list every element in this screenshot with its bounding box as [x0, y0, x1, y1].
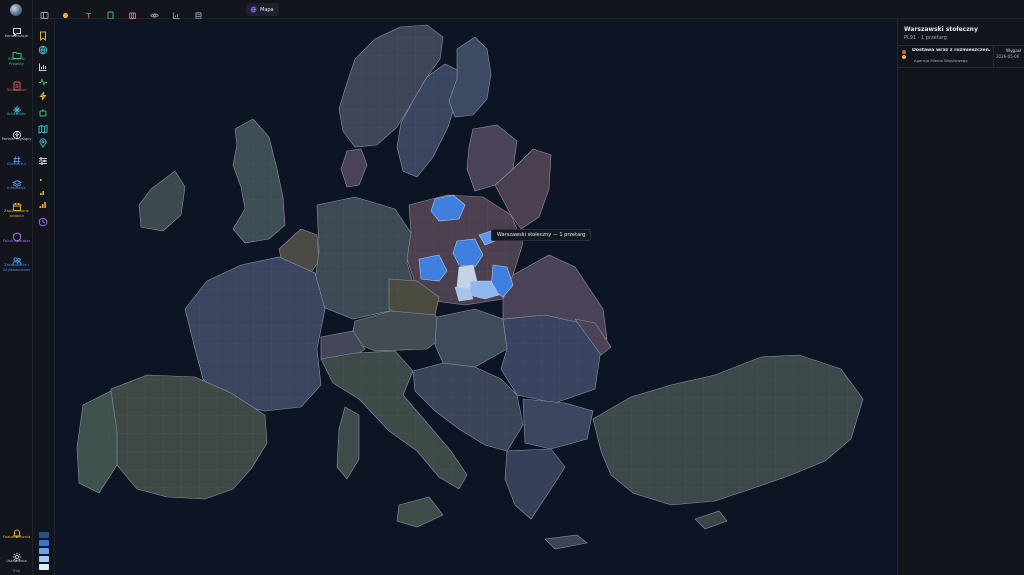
- left-navigation: Konwersacje Klienci & Projekty Tabulariu…: [0, 0, 33, 575]
- nav-item-tabularium[interactable]: Tabularium: [0, 76, 33, 93]
- nav-label: Polisk operator: [2, 239, 31, 243]
- nav-label: Ustawienia: [6, 559, 27, 563]
- nav-label: Konwertuj: [7, 162, 26, 166]
- nav-label: Tabularium: [6, 88, 27, 92]
- nav-item-notifications[interactable]: Powiadomienia: [0, 523, 33, 540]
- nav-item-thinking-partner[interactable]: Partner myślący: [0, 125, 33, 142]
- clock-icon[interactable]: [38, 212, 49, 227]
- status-dot-amber: [902, 55, 906, 59]
- map-toolbar: [33, 19, 55, 575]
- sidebar-toggle-icon[interactable]: [40, 5, 49, 19]
- region-sardinia[interactable]: [336, 406, 360, 480]
- tender-status-badge: Wygasł: [1006, 48, 1022, 53]
- legend-swatch: [39, 540, 49, 546]
- robot-icon[interactable]: [38, 103, 49, 117]
- tender-contracting-authority: Agencja Mienia Wojskowego: [914, 58, 968, 63]
- region-bulgaria[interactable]: [522, 398, 594, 450]
- region-tooltip: Warszawski stołeczny — 1 przetarg: [491, 229, 592, 241]
- nav-label: Klienci & Projekty: [8, 57, 25, 66]
- nav-item-clients-projects[interactable]: Klienci & Projekty: [0, 45, 33, 66]
- nav-item-user-management[interactable]: Zarządzanie i Użytkownikami: [0, 251, 33, 272]
- folder-icon: [0, 45, 33, 59]
- eye-icon[interactable]: [150, 5, 159, 18]
- top-tab-bar: Mapa: [33, 0, 1024, 20]
- nav-label: Partner myślący: [1, 137, 32, 141]
- shield-icon: [0, 227, 33, 242]
- sparkle-icon: [0, 100, 33, 114]
- signal-2-icon[interactable]: [38, 181, 49, 195]
- trial-text: Trial: [12, 569, 21, 573]
- legend-swatch: [39, 548, 49, 554]
- tender-row[interactable]: Dostawa wraz z rozmieszczen... Agencja M…: [898, 46, 1024, 68]
- nav-item-conversations[interactable]: Konwersacje: [0, 22, 33, 39]
- legend-swatch: [39, 564, 49, 570]
- region-cyprus[interactable]: [694, 510, 728, 530]
- region-details-panel: Warszawski stołeczny PL91 · 1 przetarg D…: [897, 19, 1024, 575]
- sliders-icon[interactable]: [38, 151, 49, 165]
- signal-1-icon[interactable]: [38, 167, 49, 181]
- activity-icon[interactable]: [38, 72, 49, 86]
- tender-date: 2026-05-06: [996, 54, 1020, 59]
- region-ireland[interactable]: [138, 170, 186, 232]
- users-icon: [0, 251, 33, 265]
- nav-item-operator[interactable]: Polisk operator: [0, 227, 33, 244]
- document-icon[interactable]: [106, 5, 115, 20]
- people-icon[interactable]: [128, 5, 137, 19]
- nav-item-settings[interactable]: Ustawienia: [0, 547, 33, 564]
- tender-status-column: Wygasł 2026-05-06: [993, 46, 1024, 68]
- chart-icon[interactable]: [172, 5, 181, 19]
- nav-label: Konwersacje: [4, 34, 29, 38]
- map-canvas[interactable]: [55, 19, 897, 575]
- nav-item-schematic[interactable]: Schematic: [0, 100, 33, 117]
- brain-icon: [0, 125, 33, 140]
- layers-icon: [0, 174, 33, 188]
- pin-icon[interactable]: [84, 5, 93, 19]
- globe-icon[interactable]: [38, 40, 49, 55]
- table-icon: [0, 76, 33, 91]
- nav-item-scheduled-tasks[interactable]: Zaplanowane zadania: [0, 197, 33, 218]
- region-sicily[interactable]: [396, 496, 444, 528]
- tender-title: Dostawa wraz z rozmieszczen...: [912, 48, 990, 53]
- legend-swatch: [39, 556, 49, 562]
- region-greece[interactable]: [504, 448, 566, 520]
- region-hungary[interactable]: [434, 308, 508, 368]
- panel-title: Warszawski stołeczny: [904, 26, 978, 33]
- region-denmark[interactable]: [340, 148, 368, 188]
- region-crete[interactable]: [544, 534, 588, 550]
- chat-icon: [0, 22, 33, 37]
- panel-subtitle: PL91 · 1 przetarg: [904, 35, 947, 41]
- lightning-icon[interactable]: [38, 86, 49, 101]
- database-icon[interactable]: [194, 5, 203, 20]
- nav-label: Integracje: [7, 186, 26, 190]
- tab-map[interactable]: Mapa: [246, 3, 279, 16]
- legend-swatch: [39, 532, 49, 538]
- nav-label: Zarządzanie i Użytkownikami: [2, 263, 31, 272]
- status-dot-red: [902, 50, 906, 54]
- signal-3-icon[interactable]: [38, 194, 49, 208]
- tab-label: Mapa: [260, 6, 274, 13]
- app-window: Konwersacje Klienci & Projekty Tabulariu…: [0, 0, 1024, 575]
- gear-icon: [0, 547, 33, 562]
- calendar-icon: [0, 197, 33, 211]
- hash-icon: [0, 150, 33, 164]
- map-icon[interactable]: [38, 119, 49, 134]
- bar-chart-icon[interactable]: [38, 57, 49, 71]
- bookmark-icon[interactable]: [38, 26, 49, 42]
- globe-icon: [250, 6, 257, 13]
- location-pin-icon[interactable]: [38, 133, 49, 148]
- nav-label: Powiadomienia: [2, 535, 31, 539]
- app-logo[interactable]: [10, 4, 22, 16]
- trial-label: Trial: [0, 568, 33, 574]
- nav-label: Zaplanowane zadania: [4, 209, 29, 218]
- bell-icon: [0, 523, 33, 538]
- europe-map[interactable]: Warszawski stołeczny — 1 przetarg: [55, 19, 897, 575]
- nav-item-integrations[interactable]: Integracje: [0, 174, 33, 191]
- nav-item-convert[interactable]: Konwertuj: [0, 150, 33, 167]
- coin-icon[interactable]: [61, 5, 70, 19]
- nav-label: Schematic: [6, 112, 27, 116]
